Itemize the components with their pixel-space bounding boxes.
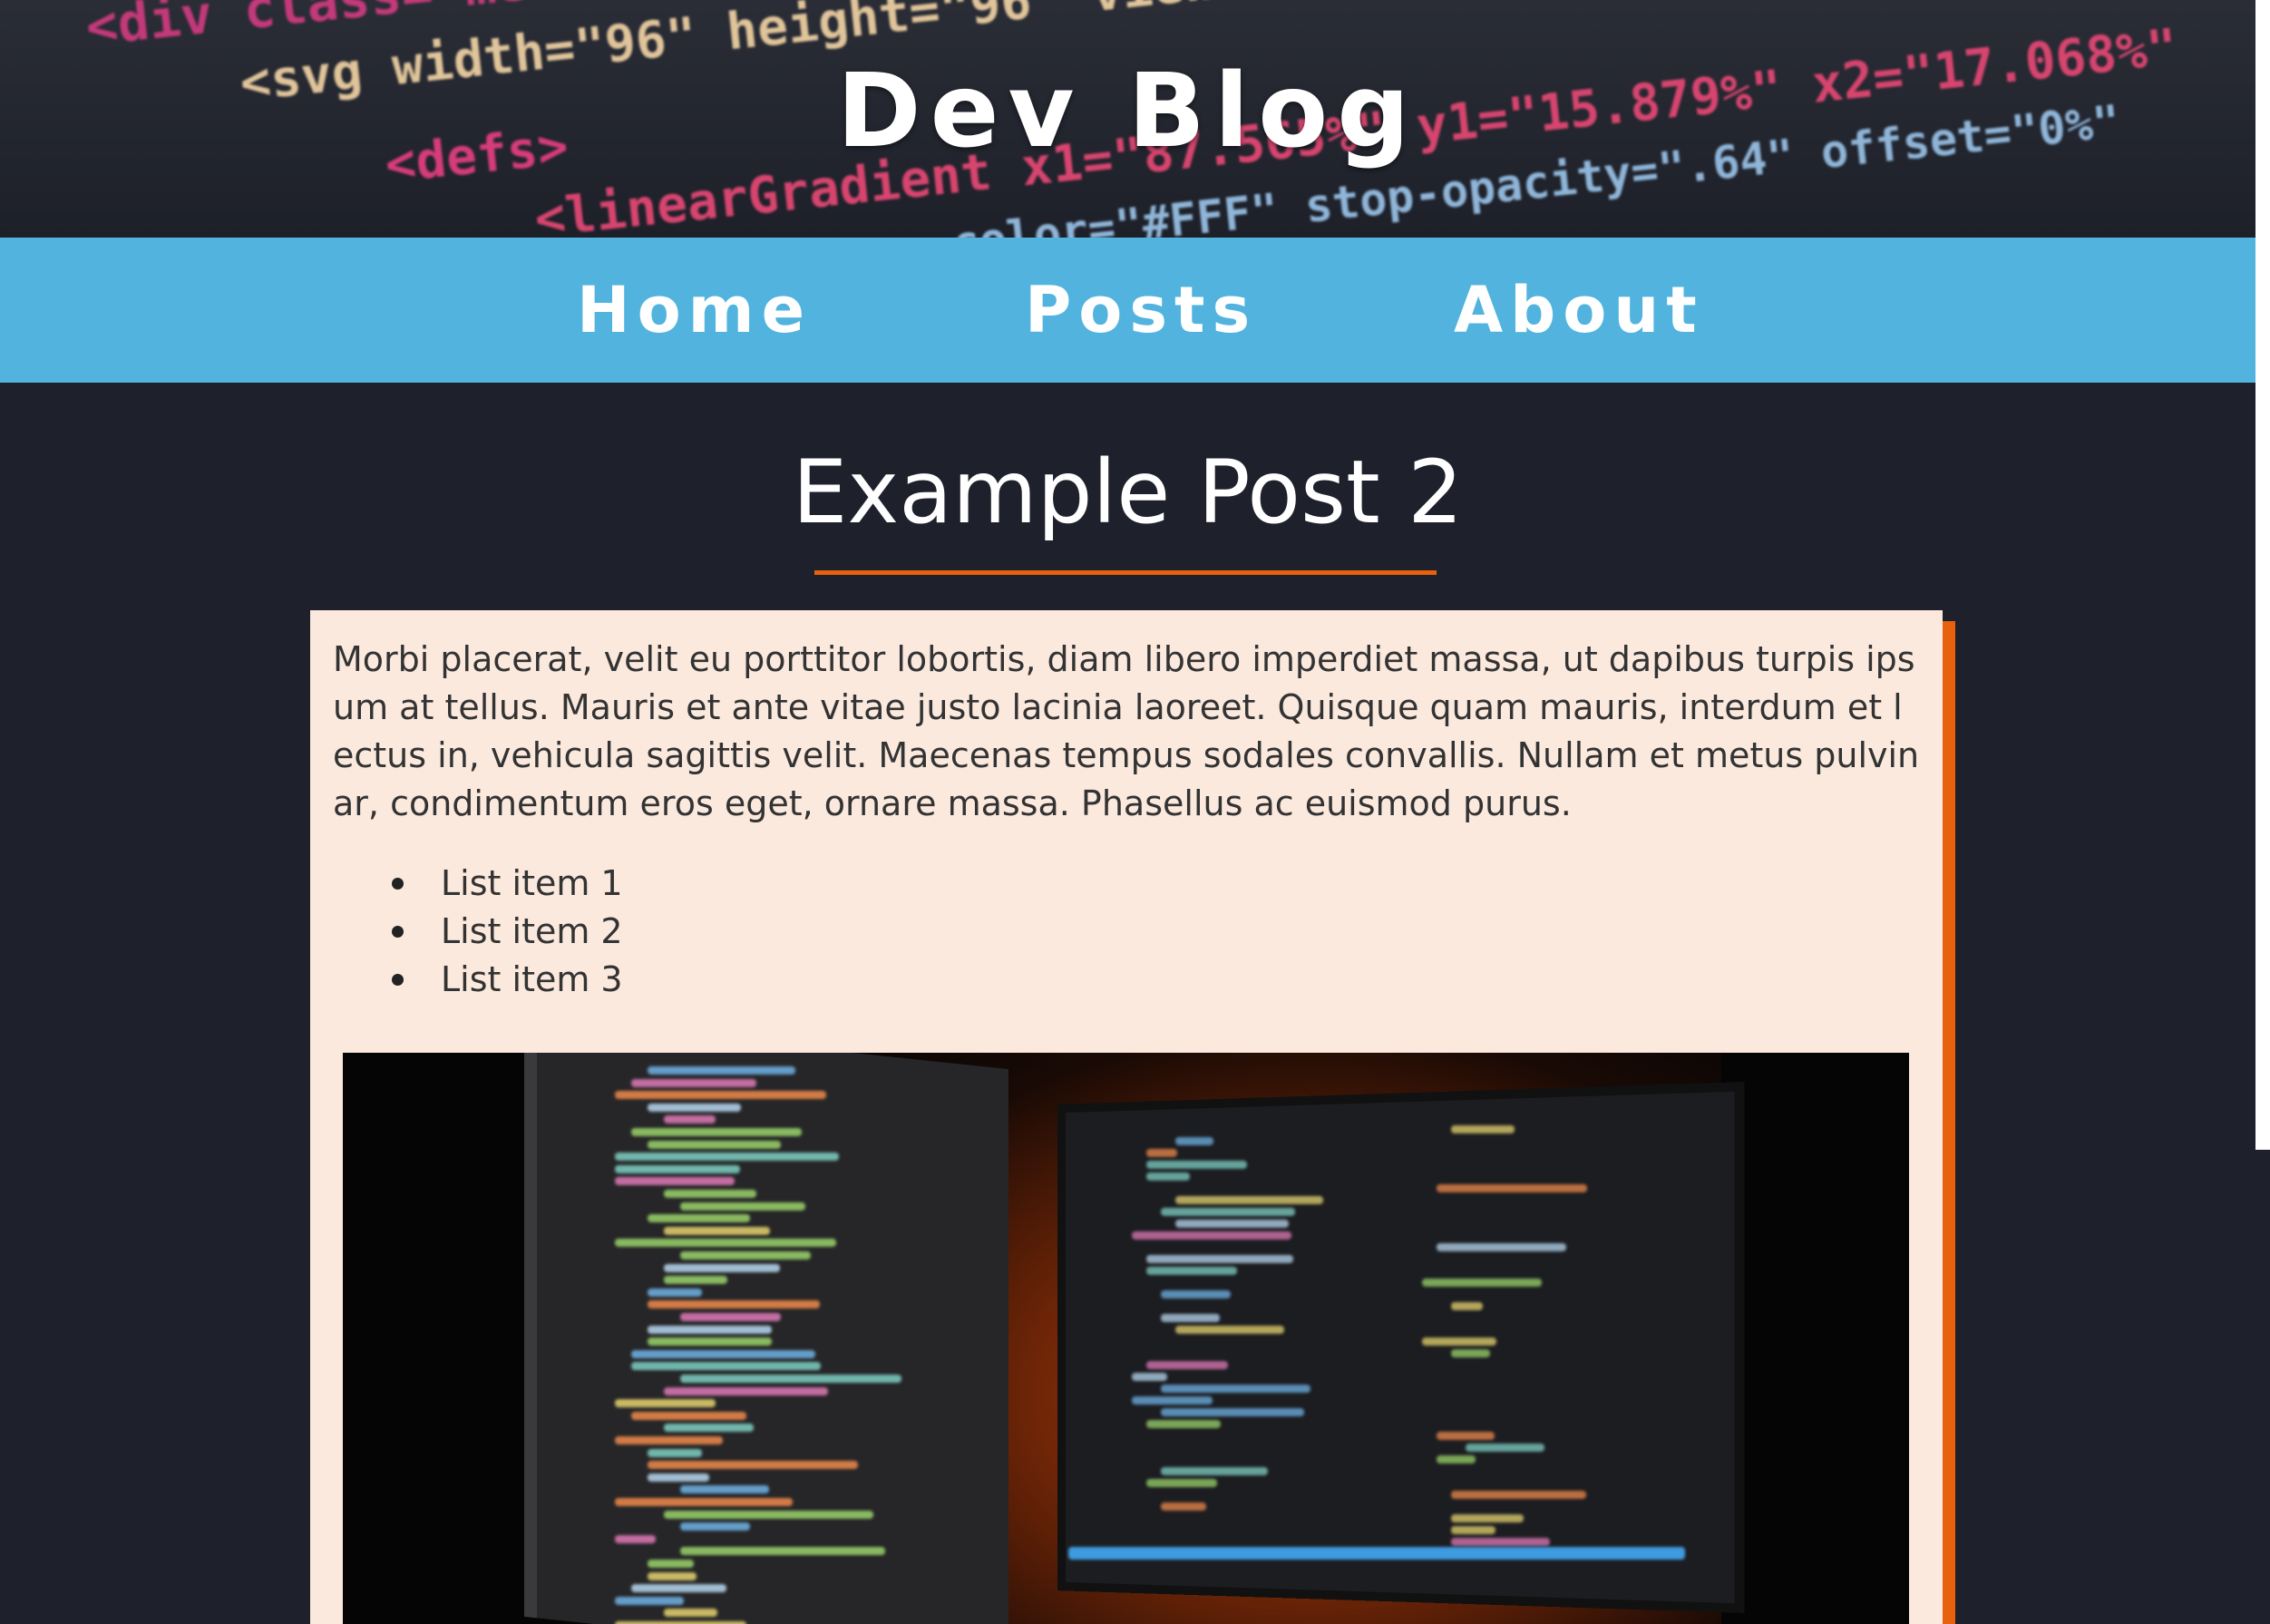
image-code-line: [1175, 1137, 1214, 1145]
image-code-line: [664, 1190, 756, 1198]
image-code-line: [648, 1066, 796, 1075]
image-code-line: [631, 1362, 821, 1371]
image-code-line: [1451, 1514, 1525, 1522]
image-code-line: [648, 1560, 695, 1568]
main-nav: Home Posts About: [0, 238, 2255, 383]
image-code-line: [631, 1411, 746, 1420]
image-code-line: [680, 1313, 782, 1321]
image-code-line: [1161, 1408, 1304, 1416]
image-code-line: [1451, 1125, 1515, 1133]
image-code-line: [664, 1609, 717, 1618]
image-code-line: [1422, 1279, 1542, 1287]
list-item: List item 3: [392, 956, 623, 1004]
image-code-line: [615, 1436, 724, 1444]
image-code-line: [648, 1448, 702, 1457]
image-code-line: [1161, 1385, 1311, 1393]
scrollbar[interactable]: [2255, 0, 2270, 1150]
image-code-line: [631, 1584, 727, 1593]
image-code-line: [664, 1115, 716, 1124]
list-item: List item 2: [392, 908, 623, 956]
image-code-line: [1437, 1455, 1476, 1464]
image-code-line: [680, 1375, 901, 1383]
image-code-line: [1132, 1373, 1168, 1381]
list-item: List item 1: [392, 860, 623, 908]
image-code-line: [1437, 1432, 1495, 1440]
image-code-line: [648, 1140, 782, 1149]
nav-item-about[interactable]: About: [1454, 238, 1704, 383]
image-code-line: [1437, 1184, 1587, 1192]
image-code-line: [615, 1399, 716, 1408]
image-code-line: [1451, 1538, 1551, 1546]
image-code-line: [648, 1288, 702, 1297]
image-code-line: [1146, 1420, 1221, 1428]
image-code-line: [1146, 1361, 1229, 1369]
post-list: List item 1 List item 2 List item 3: [392, 860, 623, 1004]
post-card: Morbi placerat, velit eu porttitor lobor…: [310, 610, 1943, 1624]
image-code-line: [1161, 1467, 1269, 1475]
image-code-line: [664, 1226, 771, 1235]
image-code-line: [1161, 1290, 1232, 1298]
image-code-line: [664, 1276, 727, 1285]
image-code-line: [1466, 1444, 1545, 1452]
post-body: Morbi placerat, velit eu porttitor lobor…: [333, 639, 1920, 823]
header-banner: <div class="media-control"> <svg width="…: [0, 0, 2255, 238]
image-code-line: [1451, 1526, 1495, 1534]
image-code-line: [631, 1128, 802, 1136]
image-code-line: [648, 1103, 741, 1112]
image-code-line: [1175, 1220, 1290, 1228]
image-code-line: [1132, 1231, 1291, 1240]
image-code-line: [680, 1485, 770, 1494]
image-code-line: [664, 1424, 754, 1433]
image-code-line: [1146, 1172, 1191, 1181]
image-status-bar: [1068, 1547, 1685, 1560]
image-code-line: [1437, 1243, 1566, 1251]
image-code-line: [631, 1349, 816, 1358]
image-code-line: [1451, 1349, 1490, 1357]
image-code-line: [1451, 1302, 1484, 1310]
image-code-line: [1175, 1326, 1284, 1334]
image-code-line: [680, 1201, 806, 1211]
image-code-line: [664, 1386, 828, 1395]
image-code-line: [680, 1251, 811, 1259]
image-code-line: [1146, 1161, 1247, 1169]
post-image: [343, 1053, 1909, 1624]
image-code-line: [1161, 1502, 1206, 1511]
image-code-line: [1161, 1314, 1220, 1322]
image-code-line: [1132, 1396, 1213, 1405]
image-code-line: [680, 1522, 751, 1532]
image-code-line: [615, 1498, 793, 1506]
image-code-line: [1146, 1479, 1218, 1487]
image-code-line: [648, 1461, 858, 1470]
image-code-line: [648, 1214, 750, 1223]
image-code-line: [1146, 1149, 1178, 1157]
image-code-line: [648, 1337, 772, 1347]
image-code-line: [1146, 1255, 1294, 1263]
image-code-line: [615, 1152, 839, 1162]
title-underline: [814, 570, 1437, 575]
image-code-line: [615, 1091, 827, 1100]
image-code-line: [1146, 1267, 1238, 1275]
nav-item-home[interactable]: Home: [577, 238, 812, 383]
image-code-line: [648, 1325, 772, 1334]
site-title: Dev Blog: [836, 53, 1419, 170]
post-title: Example Post 2: [792, 442, 1464, 543]
image-code-line: [664, 1510, 874, 1519]
image-code-line: [664, 1263, 781, 1272]
image-code-line: [631, 1078, 756, 1087]
image-code-line: [648, 1300, 820, 1309]
image-code-line: [648, 1473, 709, 1482]
image-code-line: [615, 1239, 836, 1248]
image-code-line: [1451, 1491, 1586, 1499]
image-code-line: [1422, 1337, 1496, 1346]
image-code-line: [1175, 1196, 1323, 1204]
image-code-line: [680, 1547, 885, 1556]
image-code-line: [615, 1596, 685, 1605]
image-code-line: [615, 1534, 656, 1543]
image-code-line: [1161, 1208, 1296, 1216]
image-code-line: [648, 1571, 697, 1580]
nav-item-posts[interactable]: Posts: [1025, 238, 1257, 383]
image-code-line: [615, 1177, 736, 1186]
image-code-line: [615, 1164, 740, 1173]
